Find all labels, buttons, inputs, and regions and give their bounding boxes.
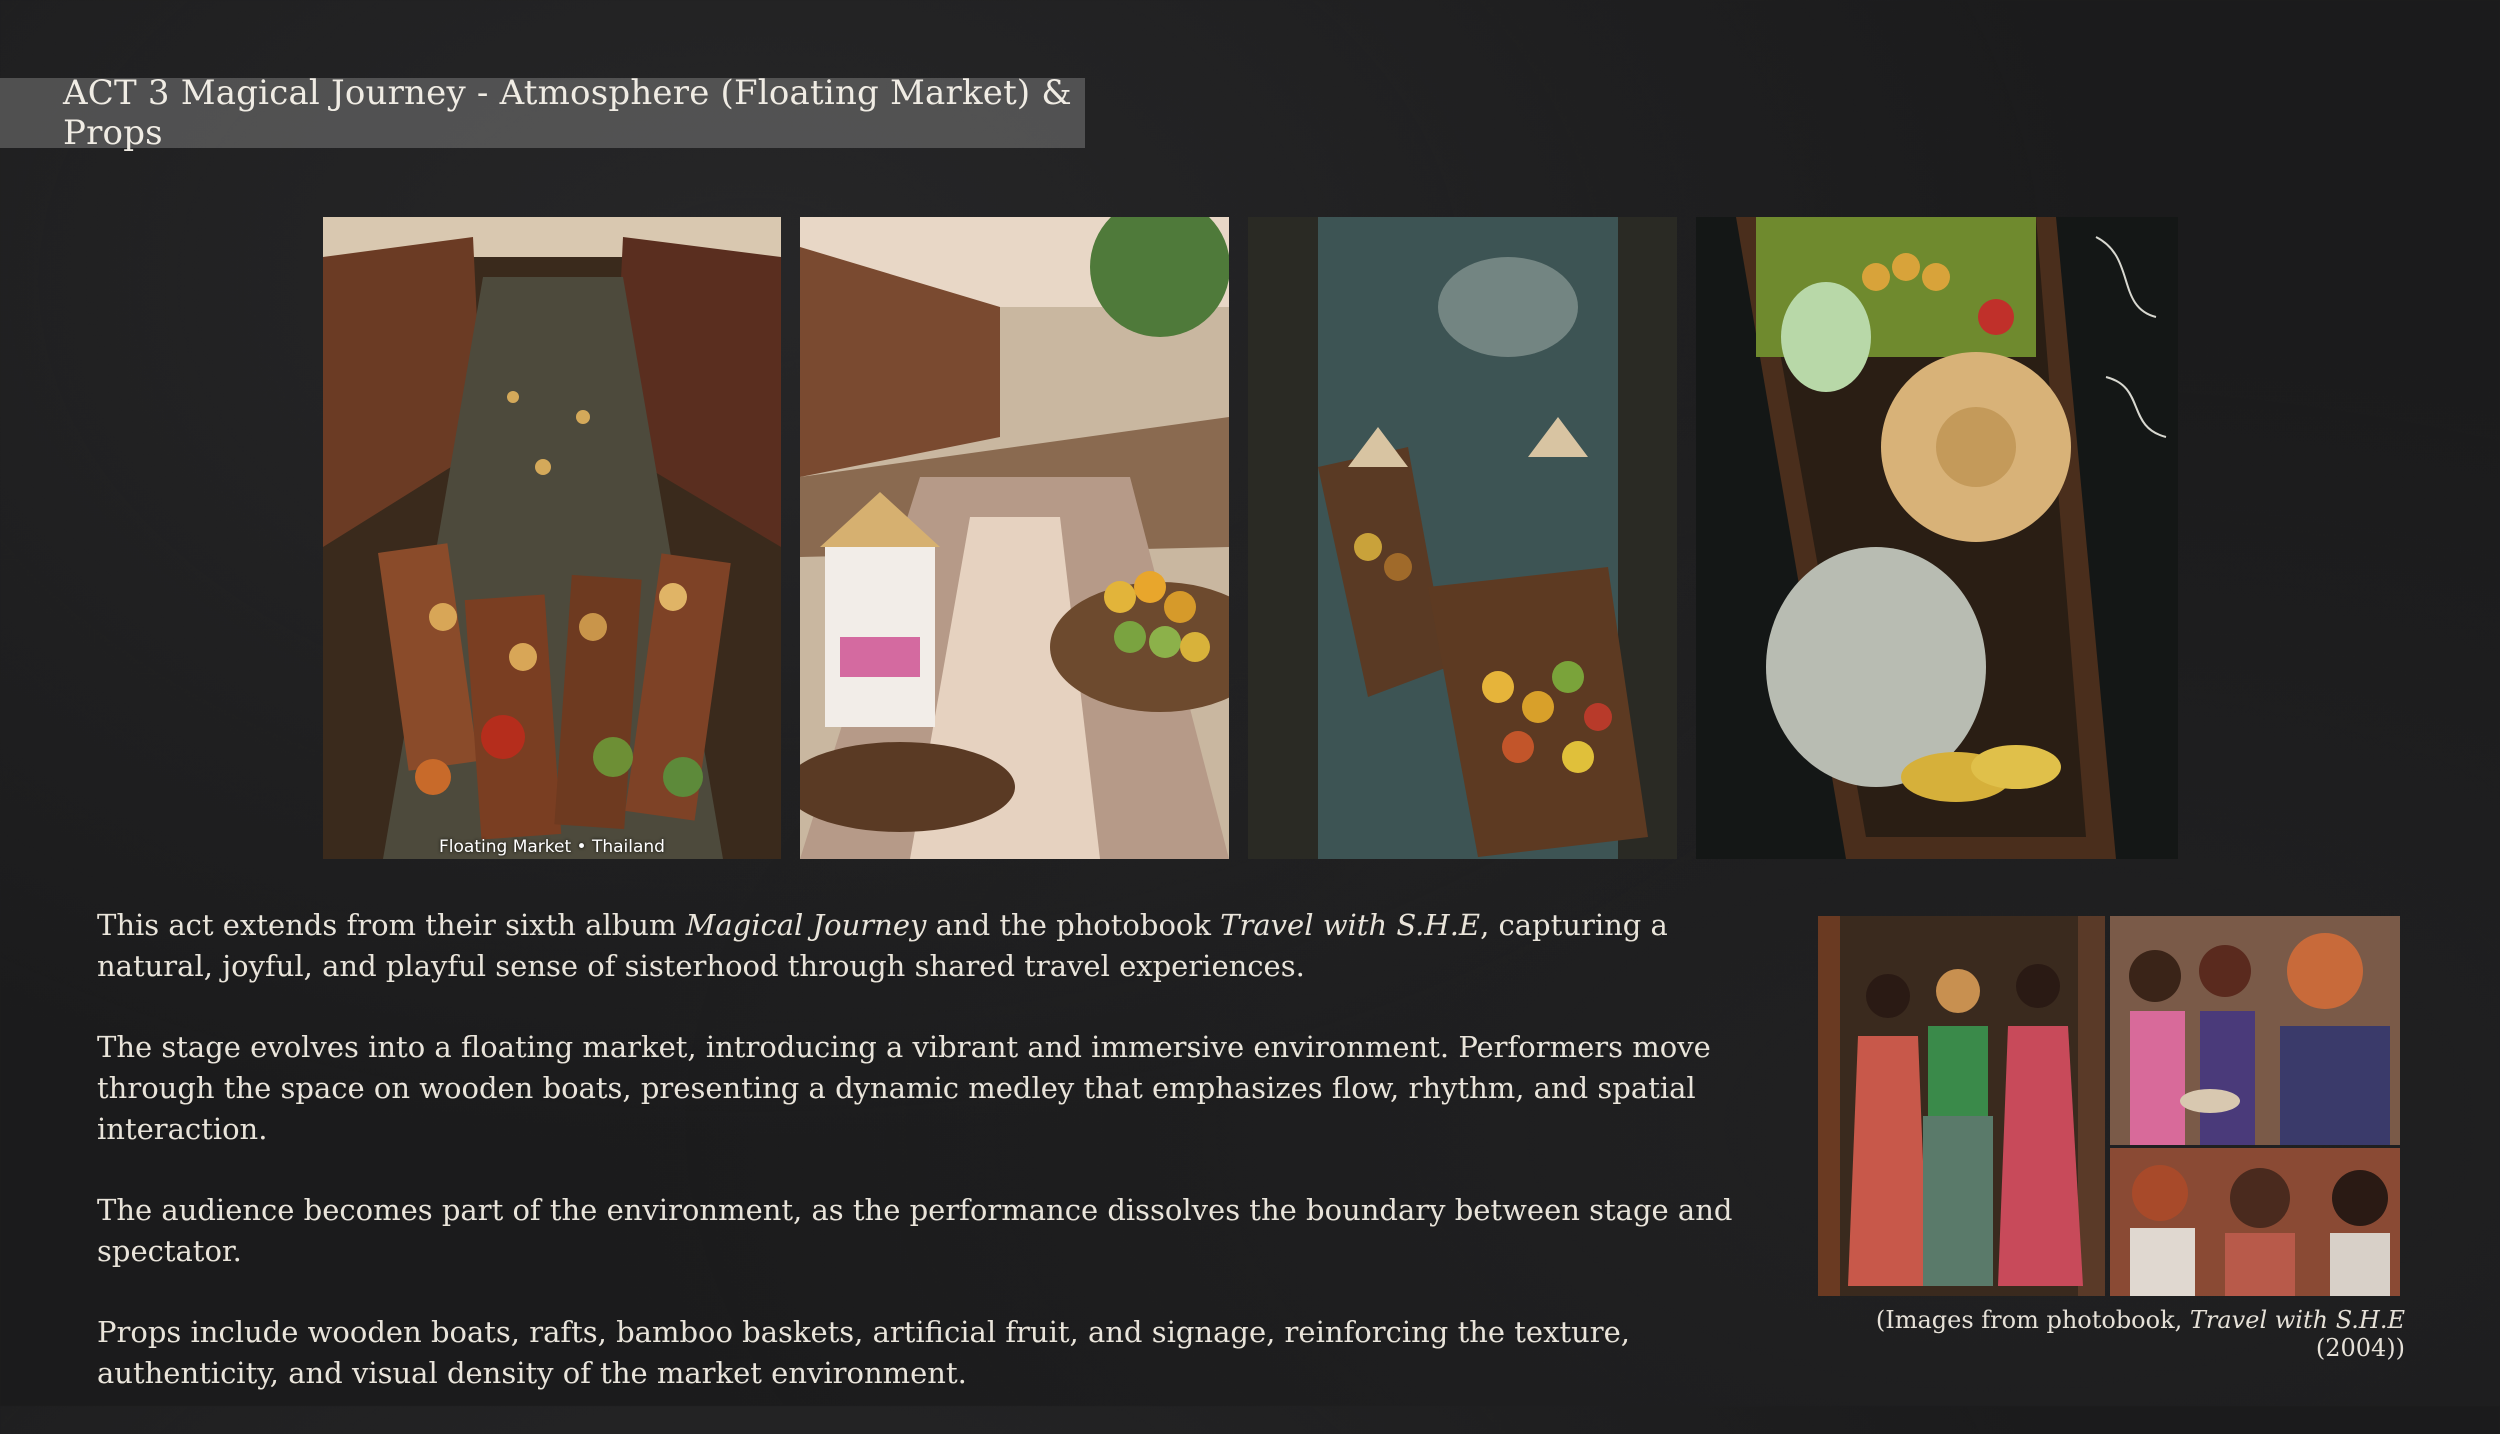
floating-market-photo-4 xyxy=(1696,217,2178,859)
floating-market-image-2 xyxy=(800,217,1229,859)
photobook-image-dining xyxy=(2110,1148,2400,1296)
floating-market-image-1 xyxy=(323,217,781,859)
floating-market-photo-3 xyxy=(1248,217,1677,859)
photobook-image-eating xyxy=(2110,916,2400,1145)
caption-prefix: (Images from photobook, xyxy=(1875,1306,2190,1334)
photobook-title: Travel with S.H.E xyxy=(1220,908,1481,942)
floating-market-photo-2 xyxy=(800,217,1229,859)
description-paragraph-3: The audience becomes part of the environ… xyxy=(97,1193,1733,1268)
floating-market-image-3 xyxy=(1248,217,1677,859)
caption-book-title: Travel with S.H.E xyxy=(2189,1306,2405,1334)
photobook-caption: (Images from photobook, Travel with S.H.… xyxy=(1820,1306,2405,1362)
paragraph-1-text-b: and the photobook xyxy=(926,908,1221,942)
album-title: Magical Journey xyxy=(685,908,927,942)
photobook-photo-eating xyxy=(2110,916,2400,1145)
photobook-photo-dining xyxy=(2110,1148,2400,1296)
slide-title: ACT 3 Magical Journey - Atmosphere (Floa… xyxy=(63,73,1072,153)
photobook-image-group xyxy=(1818,916,2105,1296)
paragraph-1-text-a: This act extends from their sixth album xyxy=(97,908,686,942)
description-paragraph-1: This act extends from their sixth album … xyxy=(97,905,1737,987)
photo-location-caption: Floating Market • Thailand xyxy=(439,837,665,857)
photobook-photo-group xyxy=(1818,916,2105,1296)
caption-suffix: (2004)) xyxy=(2315,1334,2405,1362)
slide-title-bar: ACT 3 Magical Journey - Atmosphere (Floa… xyxy=(0,73,1085,153)
floating-market-image-4 xyxy=(1696,217,2178,859)
floating-market-photo-1: Floating Market • Thailand xyxy=(323,217,781,859)
act-description: This act extends from their sixth album … xyxy=(97,905,1737,1434)
description-paragraph-4: Props include wooden boats, rafts, bambo… xyxy=(97,1315,1631,1390)
description-paragraph-2: The stage evolves into a floating market… xyxy=(97,1030,1711,1146)
